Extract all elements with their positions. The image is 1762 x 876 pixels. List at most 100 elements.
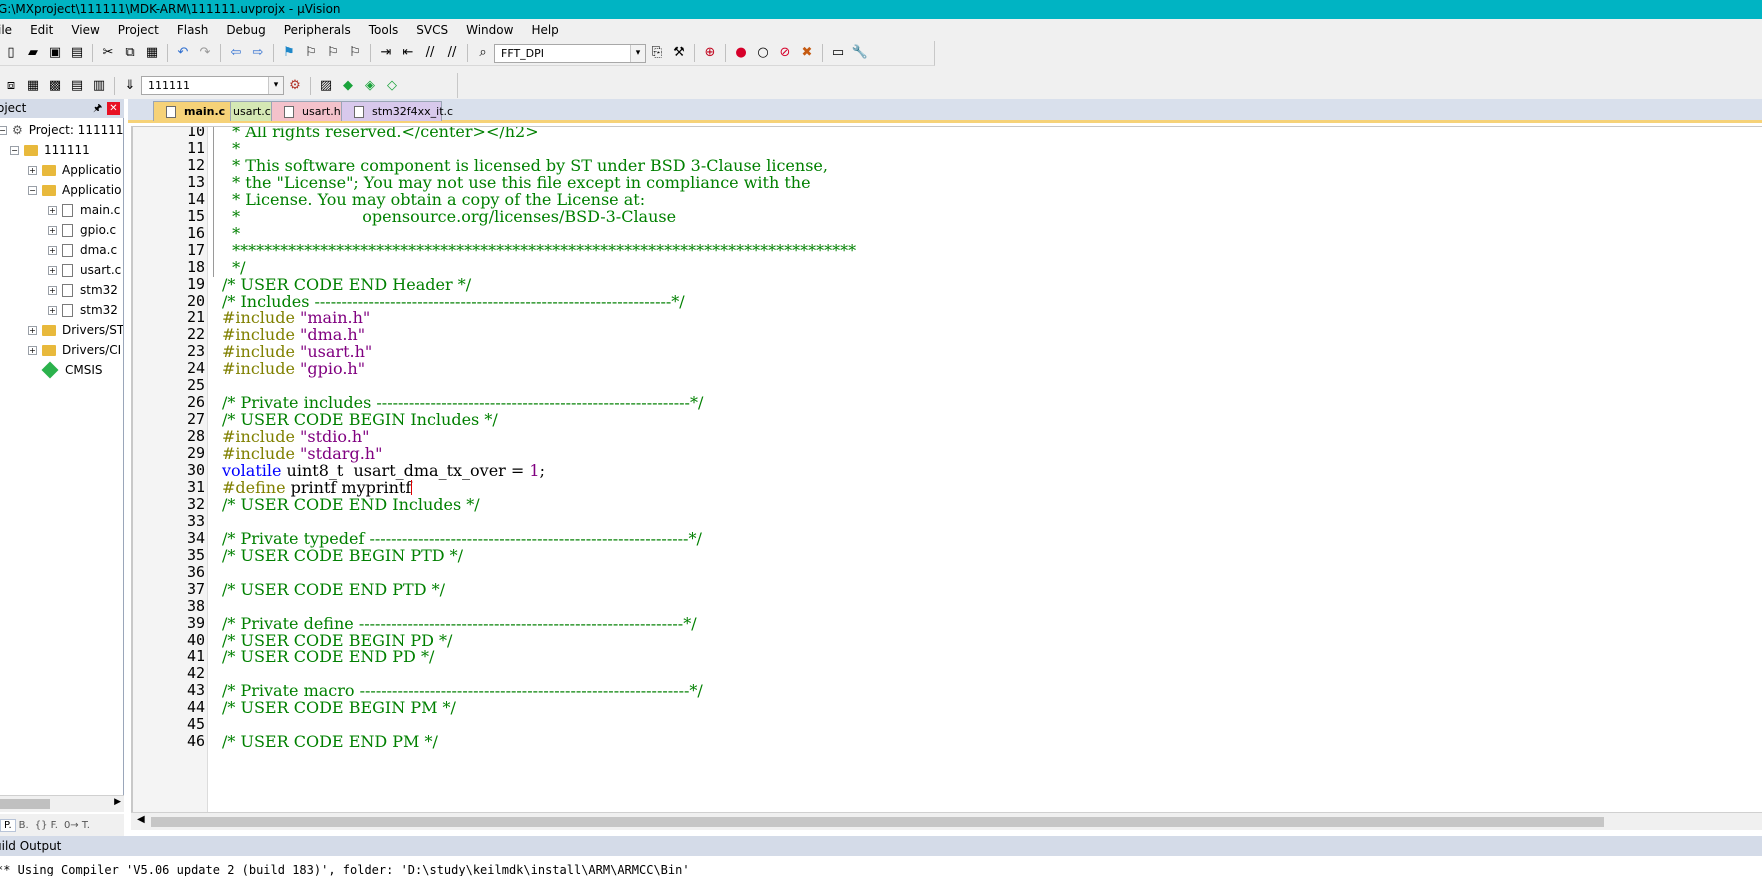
target-combo[interactable]: 111111 ▾ [141, 76, 284, 95]
expand-icon[interactable]: + [28, 325, 37, 335]
bookmark-icon[interactable]: ⚑ [281, 45, 297, 61]
save-all-icon[interactable]: ▤ [69, 45, 85, 61]
close-icon[interactable]: ✕ [107, 102, 120, 115]
tree-item[interactable]: + dma.c [48, 240, 117, 260]
bookmark-prev-icon[interactable]: ⚐ [303, 45, 319, 61]
chevron-down-icon[interactable]: ▾ [268, 77, 283, 94]
menu-project[interactable]: Project [109, 19, 168, 41]
find-combo[interactable]: FFT_DPI ▾ [494, 43, 646, 63]
menu-svcs[interactable]: SVCS [407, 19, 457, 41]
cut-icon[interactable]: ✂ [100, 45, 116, 61]
manage-components-icon[interactable]: ▨ [318, 78, 334, 94]
menu-tools[interactable]: Tools [360, 19, 408, 41]
expand-icon[interactable]: + [48, 205, 57, 215]
scroll-thumb[interactable] [151, 817, 1604, 827]
redo-icon[interactable]: ↷ [197, 45, 213, 61]
project-panel-tab[interactable]: 0→ T. [61, 820, 93, 831]
nav-forward-icon[interactable]: ⇨ [250, 45, 266, 61]
toolbar-separator [725, 44, 726, 62]
menu-peripherals[interactable]: Peripherals [275, 19, 360, 41]
debug-session-icon[interactable]: ⊕ [702, 45, 718, 61]
bookmark-next-icon[interactable]: ⚐ [325, 45, 341, 61]
expand-icon[interactable]: + [28, 165, 37, 175]
project-panel-tab[interactable]: {} F. [32, 820, 61, 831]
tree-item[interactable]: + Drivers/CI [28, 340, 121, 360]
tree-item[interactable]: + stm32 [48, 280, 118, 300]
tree-item[interactable]: + stm32 [48, 300, 118, 320]
chevron-down-icon[interactable]: ▾ [630, 44, 645, 62]
breakpoint-icon[interactable]: ● [733, 45, 749, 61]
save-icon[interactable]: ▣ [47, 45, 63, 61]
editor-tab-label: main.c [184, 105, 226, 118]
project-tree-hscroll[interactable]: ▶ [0, 795, 124, 812]
tree-item[interactable]: + usart.c [48, 260, 121, 280]
comment-icon[interactable]: // [422, 45, 438, 61]
tree-item[interactable]: + main.c [48, 200, 120, 220]
open-icon[interactable]: ▰ [25, 45, 41, 61]
window-layout-icon[interactable]: ▭ [830, 45, 846, 61]
menu-help[interactable]: Help [522, 19, 567, 41]
pin-icon[interactable]: 🖈 [93, 99, 102, 118]
new-file-icon[interactable]: ▯ [3, 45, 19, 61]
nav-back-icon[interactable]: ⇦ [228, 45, 244, 61]
expand-icon[interactable]: + [48, 225, 57, 235]
tree-item[interactable]: + Applicatio [28, 160, 121, 180]
collapse-icon[interactable]: − [0, 125, 7, 135]
editor-hscroll[interactable]: ◀ [131, 812, 1762, 830]
configure-icon[interactable]: 🔧 [852, 45, 868, 61]
expand-icon[interactable]: + [48, 245, 57, 255]
bookmark-clear-icon[interactable]: ⚐ [347, 45, 363, 61]
copy-icon[interactable]: ⧉ [122, 45, 138, 61]
target-options-icon[interactable]: ⚙ [287, 78, 303, 94]
paste-icon[interactable]: ▦ [144, 45, 160, 61]
scroll-right-icon[interactable]: ▶ [114, 797, 121, 807]
scroll-thumb[interactable] [0, 799, 50, 809]
translate-icon[interactable]: ⧈ [3, 78, 19, 94]
pack-installer-icon[interactable]: ◈ [362, 78, 378, 94]
editor-tab-main-c[interactable]: main.c [153, 101, 231, 121]
run-time-env-icon[interactable]: ◇ [384, 78, 400, 94]
expand-icon[interactable]: + [28, 345, 37, 355]
menu-edit[interactable]: Edit [21, 19, 62, 41]
project-panel-tab[interactable]: B. [16, 820, 32, 831]
breakpoint-clear-icon[interactable]: ✖ [799, 45, 815, 61]
tree-item[interactable]: CMSIS [28, 360, 103, 380]
batch-build-icon[interactable]: ▤ [69, 78, 85, 94]
project-panel-tab[interactable]: P. [0, 818, 16, 832]
uncomment-icon[interactable]: // [444, 45, 460, 61]
find-icon[interactable]: ⚒ [671, 45, 687, 61]
tree-item[interactable]: + Drivers/STI [28, 320, 123, 340]
undo-icon[interactable]: ↶ [175, 45, 191, 61]
tree-item[interactable]: −⚙ Project: 111111 [0, 120, 123, 140]
menu-view[interactable]: View [62, 19, 108, 41]
tree-item-label: Drivers/CI [62, 343, 122, 357]
editor-tab-usart-h[interactable]: usart.h [271, 101, 343, 121]
download-icon[interactable]: ⇓ [122, 78, 138, 94]
expand-icon[interactable]: + [48, 265, 57, 275]
menu-flash[interactable]: Flash [168, 19, 217, 41]
menu-ile[interactable]: ile [0, 19, 21, 41]
rebuild-icon[interactable]: ▩ [47, 78, 63, 94]
code-editor[interactable]: 10 * All rights reserved.</center></h2> 1… [131, 126, 1762, 812]
stop-build-icon[interactable]: ▥ [91, 78, 107, 94]
unindent-icon[interactable]: ⇤ [400, 45, 416, 61]
incremental-find-icon[interactable]: ⎘ [649, 45, 665, 61]
tree-item[interactable]: + gpio.c [48, 220, 116, 240]
breakpoint-disable-icon[interactable]: ○ [755, 45, 771, 61]
tree-item[interactable]: − Applicatio [28, 180, 121, 200]
editor-tab-stm32f4xx-it-c[interactable]: stm32f4xx_it.c [341, 101, 453, 121]
collapse-icon[interactable]: − [10, 145, 19, 155]
menu-window[interactable]: Window [457, 19, 522, 41]
collapse-icon[interactable]: − [28, 185, 37, 195]
find-in-files-icon[interactable]: ⌕ [475, 45, 491, 61]
breakpoint-kill-icon[interactable]: ⊘ [777, 45, 793, 61]
indent-icon[interactable]: ⇥ [378, 45, 394, 61]
menu-debug[interactable]: Debug [217, 19, 274, 41]
build-icon[interactable]: ▦ [25, 78, 41, 94]
expand-icon[interactable]: + [48, 305, 57, 315]
scroll-left-icon[interactable]: ◀ [137, 814, 145, 825]
select-pack-icon[interactable]: ◆ [340, 78, 356, 94]
window-title: G:\MXproject\111111\MDK-ARM\111111.uvpro… [0, 2, 341, 16]
expand-icon[interactable]: + [48, 285, 57, 295]
tree-item[interactable]: − 111111 [10, 140, 90, 160]
